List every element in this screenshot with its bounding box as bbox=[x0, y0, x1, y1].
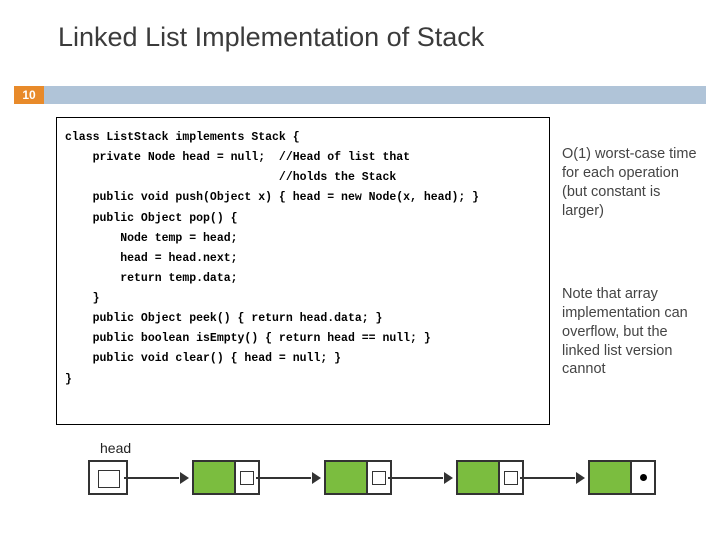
code-line: public void push(Object x) { head = new … bbox=[57, 188, 549, 208]
head-pointer-label: head bbox=[100, 440, 131, 456]
null-pointer-cell bbox=[632, 462, 654, 493]
code-line: Node temp = head; bbox=[57, 229, 549, 249]
code-line: } bbox=[57, 289, 549, 309]
code-line: head = head.next; bbox=[57, 249, 549, 269]
arrow bbox=[528, 460, 583, 495]
code-line: public boolean isEmpty() { return head =… bbox=[57, 329, 549, 349]
code-line: class ListStack implements Stack { bbox=[57, 128, 549, 148]
arrow bbox=[132, 460, 187, 495]
data-cell bbox=[194, 462, 236, 493]
list-node-tail bbox=[588, 460, 656, 495]
next-pointer-cell bbox=[500, 462, 522, 493]
code-line: public void clear() { head = null; } bbox=[57, 349, 549, 369]
code-line: } bbox=[57, 370, 549, 390]
code-line: return temp.data; bbox=[57, 269, 549, 289]
data-cell bbox=[326, 462, 368, 493]
code-block: class ListStack implements Stack { priva… bbox=[56, 117, 550, 425]
data-cell bbox=[590, 462, 632, 493]
code-line: private Node head = null; //Head of list… bbox=[57, 148, 549, 168]
slide-title: Linked List Implementation of Stack bbox=[58, 22, 484, 53]
overflow-note: Note that array implementation can overf… bbox=[562, 285, 702, 379]
head-variable-box bbox=[88, 460, 128, 495]
code-line: public Object pop() { bbox=[57, 209, 549, 229]
arrow bbox=[264, 460, 319, 495]
slide-number-badge: 10 bbox=[14, 86, 44, 104]
code-line: public Object peek() { return head.data;… bbox=[57, 309, 549, 329]
code-line: //holds the Stack bbox=[57, 168, 549, 188]
complexity-note: O(1) worst-case time for each operation … bbox=[562, 145, 702, 220]
data-cell bbox=[458, 462, 500, 493]
list-node bbox=[192, 460, 260, 495]
list-node bbox=[456, 460, 524, 495]
next-pointer-cell bbox=[368, 462, 390, 493]
null-terminator-icon bbox=[640, 474, 647, 481]
linked-list-diagram bbox=[88, 460, 656, 500]
title-underline-bar bbox=[14, 86, 706, 104]
next-pointer-cell bbox=[236, 462, 258, 493]
list-node bbox=[324, 460, 392, 495]
arrow bbox=[396, 460, 451, 495]
